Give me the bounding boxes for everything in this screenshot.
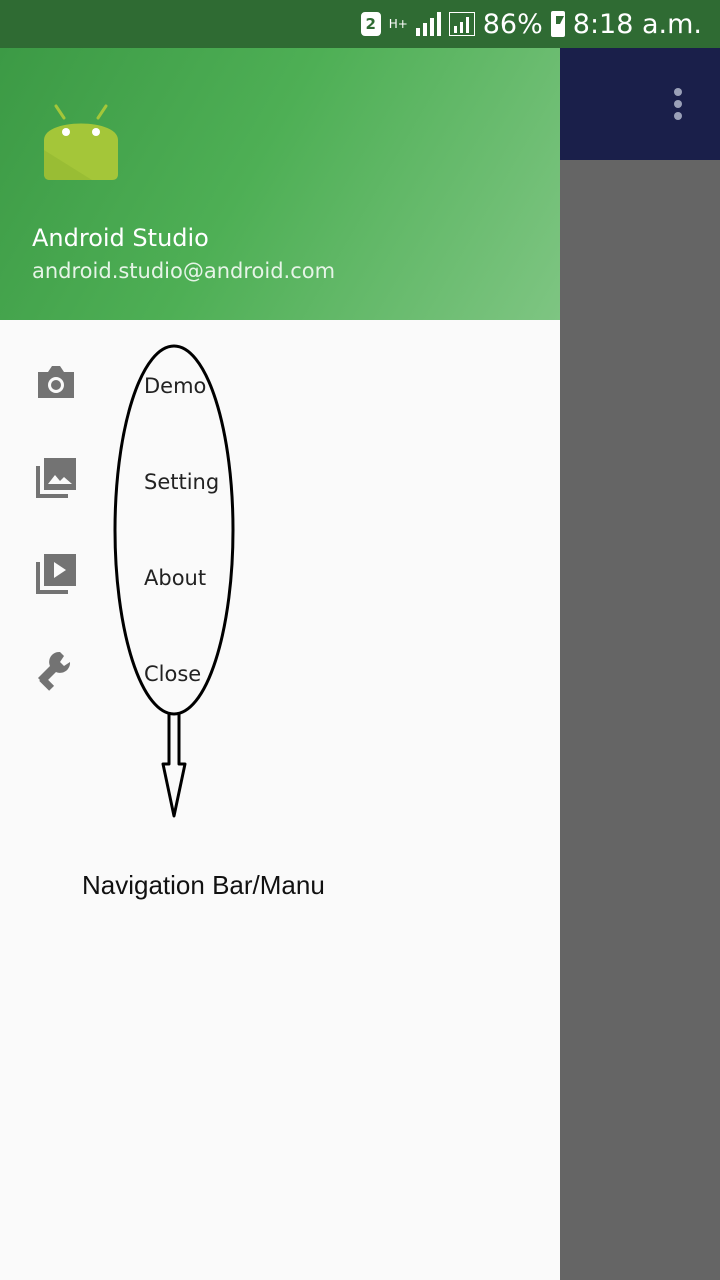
signal-icon <box>415 12 441 36</box>
clock: 8:18 a.m. <box>572 8 702 40</box>
menu-item-label: Close <box>144 662 202 686</box>
battery-icon <box>550 11 565 37</box>
android-logo-icon <box>44 104 118 180</box>
drawer-header: Android Studio android.studio@android.co… <box>0 48 560 320</box>
slideshow-icon <box>34 552 78 596</box>
overflow-menu-icon[interactable] <box>674 88 682 124</box>
wrench-icon <box>34 648 78 692</box>
annotation-caption: Navigation Bar/Manu <box>82 870 325 900</box>
status-bar: 2 H+ 86% 8:18 a.m. <box>0 0 720 48</box>
sim-icon: 2 <box>360 12 381 36</box>
gallery-icon <box>34 456 78 500</box>
signal-icon-2 <box>448 12 475 36</box>
menu-item-label: Demo <box>144 374 207 398</box>
menu-item-label: About <box>144 566 207 590</box>
navigation-drawer: Android Studio android.studio@android.co… <box>0 48 560 1280</box>
camera-icon <box>34 360 78 404</box>
network-type-icon: H+ <box>388 16 408 31</box>
account-name: Android Studio <box>32 224 209 252</box>
menu-item-label: Setting <box>144 470 220 494</box>
account-email: android.studio@android.com <box>32 259 336 283</box>
battery-percent: 86% <box>482 8 543 40</box>
